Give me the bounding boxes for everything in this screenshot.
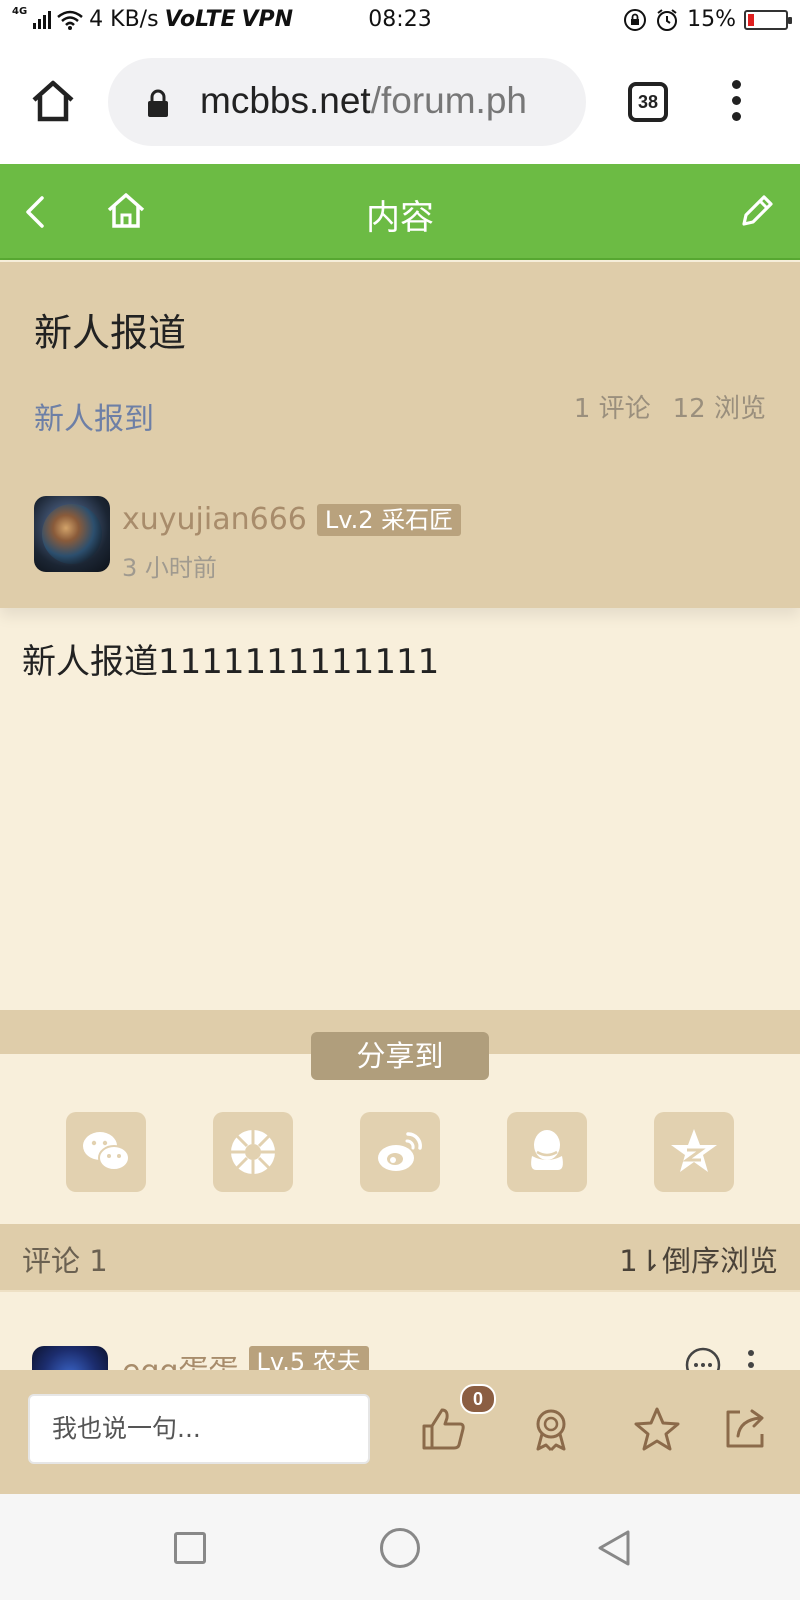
browser-toolbar: mcbbs.net/forum.ph 38 [0, 40, 800, 164]
comments-bar: 评论 1 1⇂倒序浏览 [0, 1224, 800, 1292]
forum-link[interactable]: 新人报到 [34, 394, 154, 438]
home-button[interactable] [380, 1528, 420, 1568]
app-header: 内容 [0, 164, 800, 260]
wechat-icon[interactable] [66, 1112, 146, 1192]
qq-icon[interactable] [507, 1112, 587, 1192]
url-path: /forum.ph [370, 80, 527, 121]
favorite-star-icon[interactable] [634, 1406, 680, 1452]
share-label: 分享到 [311, 1032, 489, 1080]
post-title: 新人报道 [34, 311, 187, 355]
author-info: xuyujian666 Lv.2 采石匠 [122, 502, 462, 537]
browser-menu-icon[interactable] [726, 80, 746, 124]
like-count-badge: 0 [460, 1384, 496, 1414]
reply-input[interactable]: 我也说一句... [28, 1394, 370, 1464]
lock-icon [148, 89, 168, 117]
qzone-icon[interactable] [654, 1112, 734, 1192]
alarm-icon [657, 8, 678, 31]
comment-count: 1 评论 [573, 394, 651, 424]
battery-icon [744, 9, 792, 30]
comments-count: 评论 1 [22, 1244, 108, 1278]
sort-toggle[interactable]: 1⇂倒序浏览 [619, 1238, 778, 1280]
moments-icon[interactable] [213, 1112, 293, 1192]
back-button[interactable] [596, 1528, 632, 1568]
post-header: 新人报道 新人报到 1 评论 12 浏览 xuyujian666 Lv.2 采石… [0, 262, 800, 608]
tab-switcher-button[interactable]: 38 [628, 82, 668, 122]
weibo-icon[interactable] [360, 1112, 440, 1192]
url-host: mcbbs.net [200, 80, 371, 121]
action-bar: 我也说一句... 0 [0, 1370, 800, 1494]
author-name[interactable]: xuyujian666 [122, 502, 307, 537]
url-text: mcbbs.net/forum.ph [200, 80, 527, 122]
post-stats: 1 评论 12 浏览 [574, 388, 766, 425]
rotation-lock-icon [624, 8, 647, 31]
share-icons [66, 1112, 736, 1192]
like-icon[interactable] [420, 1406, 466, 1452]
edit-icon[interactable] [738, 190, 774, 230]
address-bar[interactable]: mcbbs.net/forum.ph [108, 58, 586, 146]
view-count: 12 浏览 [672, 394, 766, 424]
level-badge: Lv.2 采石匠 [316, 503, 462, 536]
status-bar: 4G 4 KB/s VoLTE VPN 08:23 15% [0, 0, 800, 40]
award-icon[interactable] [528, 1406, 574, 1452]
home-icon[interactable] [30, 78, 76, 124]
post-time: 3 小时前 [122, 554, 217, 582]
battery-percent: 15% [687, 7, 736, 32]
system-nav-bar [0, 1494, 800, 1600]
avatar[interactable] [34, 496, 110, 572]
share-icon[interactable] [722, 1406, 768, 1452]
post-content: 新人报道1111111111111 [22, 642, 440, 682]
recents-button[interactable] [174, 1532, 206, 1564]
page-title: 内容 [366, 198, 434, 238]
